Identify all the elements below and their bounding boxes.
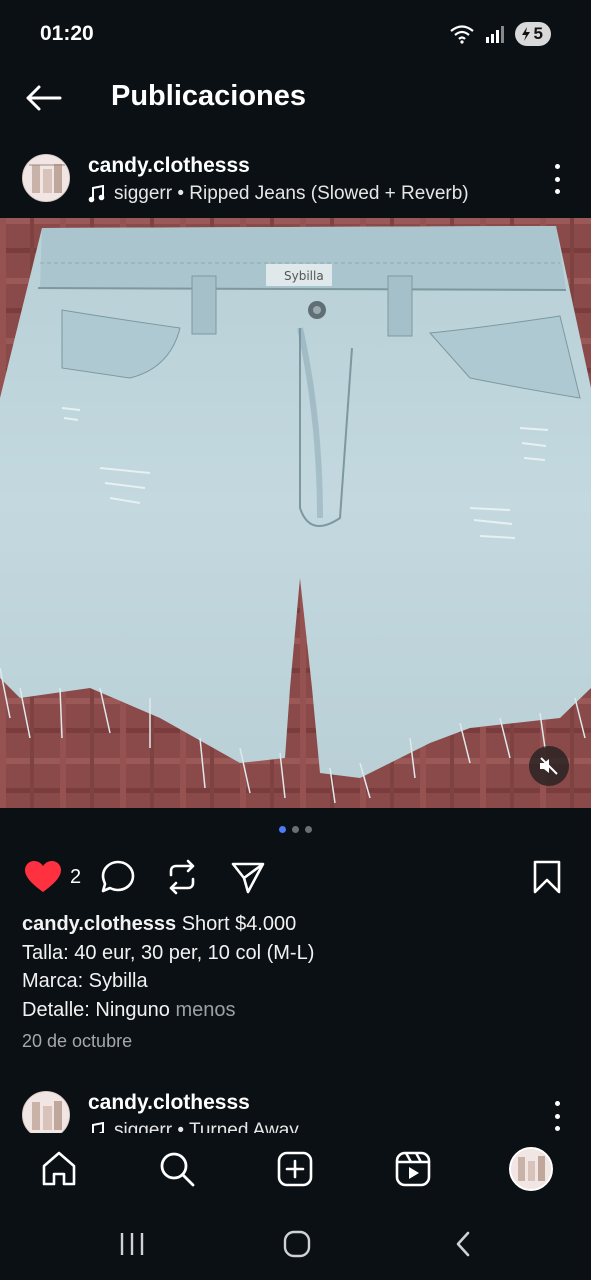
status-bar: 01:20 5 (0, 0, 591, 68)
muted-speaker-icon (540, 757, 558, 775)
save-button[interactable] (532, 858, 562, 896)
caption-line-3: Marca: Sybilla (22, 970, 148, 992)
comment-button[interactable] (100, 858, 136, 896)
audio-attribution[interactable]: siggerr • Ripped Jeans (Slowed + Reverb) (88, 183, 469, 205)
carousel-dot-active (279, 826, 286, 833)
nav-create[interactable] (273, 1147, 317, 1191)
nav-profile[interactable] (509, 1147, 553, 1191)
post-username[interactable]: candy.clothesss (88, 154, 250, 178)
like-button[interactable]: 2 (24, 858, 81, 896)
signal-icon (485, 26, 504, 43)
heart-filled-icon (25, 861, 61, 892)
avatar-image (511, 1149, 551, 1189)
more-options-button[interactable] (545, 164, 569, 194)
nav-reels[interactable] (391, 1147, 435, 1191)
charging-bolt-icon (521, 27, 530, 41)
caption-line-2: Talla: 40 eur, 30 per, 10 col (M-L) (22, 941, 315, 964)
back-button[interactable] (20, 78, 66, 118)
avatar[interactable] (22, 154, 70, 202)
bottom-navigation (0, 1133, 591, 1209)
profile-avatar (509, 1147, 553, 1191)
battery-indicator: 5 (514, 22, 551, 46)
avatar-image (23, 1092, 69, 1138)
next-post-more-button[interactable] (545, 1101, 569, 1131)
like-count[interactable]: 2 (70, 866, 81, 889)
repost-button[interactable] (165, 858, 199, 896)
caption-username[interactable]: candy.clothesss (22, 913, 176, 935)
bookmark-icon (533, 860, 561, 894)
avatar-image (23, 155, 69, 201)
comment-icon (101, 860, 135, 893)
post-date: 20 de octubre (22, 1031, 133, 1051)
home-system-button[interactable] (277, 1227, 317, 1261)
chevron-left-icon (456, 1231, 470, 1257)
nav-search[interactable] (155, 1147, 199, 1191)
page-title: Publicaciones (111, 80, 307, 112)
audio-label: siggerr • Ripped Jeans (Slowed + Reverb) (114, 183, 469, 204)
jeans-shorts-photo: Sybilla (0, 218, 591, 808)
status-time: 01:20 (40, 22, 94, 45)
recents-icon (120, 1233, 144, 1255)
send-icon (231, 862, 265, 894)
brand-label-text: Sybilla (284, 269, 324, 283)
plus-square-icon (277, 1151, 313, 1187)
wifi-icon (449, 25, 474, 44)
carousel-dot (292, 826, 299, 833)
post-media[interactable]: Sybilla (0, 218, 591, 808)
action-bar: 2 (0, 852, 591, 902)
reels-icon (395, 1151, 431, 1187)
top-bar: Publicaciones (0, 68, 591, 128)
music-note-icon (88, 185, 105, 203)
home-icon (42, 1151, 76, 1186)
caption-line-4: Detalle: Ninguno (22, 998, 170, 1021)
repost-icon (169, 859, 195, 895)
caption-less-link[interactable]: menos (175, 999, 235, 1021)
recents-button[interactable] (112, 1227, 152, 1261)
post-header: candy.clothesss siggerr • Ripped Jeans (… (0, 146, 591, 212)
carousel-dot (305, 826, 312, 833)
post-caption: candy.clothesss Short $4.000 Talla: 40 e… (22, 910, 572, 1024)
mute-button[interactable] (529, 746, 569, 786)
back-system-button[interactable] (443, 1227, 483, 1261)
battery-level: 5 (533, 24, 543, 43)
status-icons: 5 (449, 22, 551, 46)
carousel-indicator (0, 826, 591, 833)
nav-home[interactable] (37, 1147, 81, 1191)
arrow-left-icon (26, 85, 62, 111)
home-circle-icon (283, 1230, 311, 1258)
share-button[interactable] (230, 858, 266, 896)
search-icon (160, 1152, 195, 1187)
caption-line-1: Short $4.000 (181, 913, 297, 935)
next-post-username[interactable]: candy.clothesss (88, 1091, 250, 1115)
system-navigation-bar (0, 1209, 591, 1280)
next-post-avatar[interactable] (22, 1091, 70, 1139)
